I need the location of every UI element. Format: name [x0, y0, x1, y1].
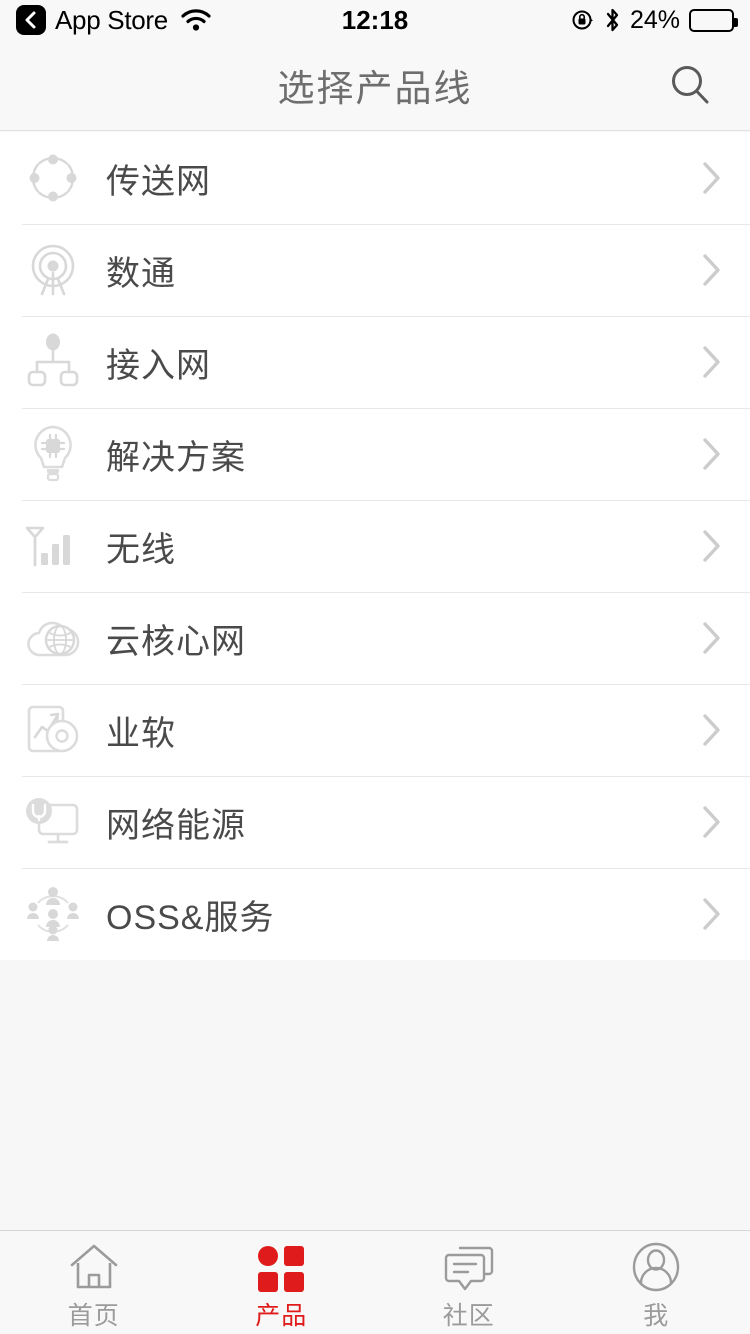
oss-service-icon	[22, 883, 84, 945]
chevron-right-icon	[700, 158, 724, 198]
network-energy-icon	[22, 791, 84, 853]
list-item[interactable]: 无线	[0, 500, 750, 592]
tab-profile[interactable]: 我	[563, 1231, 750, 1334]
list-item[interactable]: 业软	[0, 684, 750, 776]
wireless-signal-icon	[22, 515, 84, 577]
chevron-right-icon	[700, 894, 724, 934]
search-icon[interactable]	[662, 57, 718, 113]
battery-icon	[689, 8, 738, 32]
status-bar-app-name[interactable]: App Store	[55, 5, 168, 36]
rotation-lock-icon	[571, 8, 595, 32]
tab-label-community: 社区	[442, 1301, 495, 1330]
community-chat-icon	[443, 1240, 495, 1292]
status-bar: App Store 12:18 24%	[0, 0, 750, 40]
bluetooth-icon	[604, 7, 621, 33]
tab-label-home: 首页	[67, 1301, 120, 1330]
business-software-icon	[22, 699, 84, 761]
tab-label-profile: 我	[643, 1301, 670, 1330]
tab-products[interactable]: 产品	[188, 1231, 376, 1334]
list-item[interactable]: OSS&服务	[0, 868, 750, 960]
tab-home[interactable]: 首页	[0, 1231, 188, 1334]
data-communication-icon	[22, 239, 84, 301]
list-item[interactable]: 云核心网	[0, 592, 750, 684]
chevron-right-icon	[700, 434, 724, 474]
access-network-icon	[22, 331, 84, 393]
chevron-right-icon	[700, 342, 724, 382]
status-bar-right: 24%	[571, 5, 738, 35]
home-icon	[68, 1240, 120, 1292]
list-item[interactable]: 接入网	[0, 316, 750, 408]
chevron-right-icon	[700, 526, 724, 566]
profile-person-icon	[630, 1240, 682, 1292]
back-chevron-icon[interactable]	[16, 5, 46, 35]
list-item[interactable]: 解决方案	[0, 408, 750, 500]
transport-network-icon	[22, 147, 84, 209]
cloud-core-network-icon	[22, 607, 84, 669]
list-item[interactable]: 数通	[0, 224, 750, 316]
products-grid-icon	[258, 1240, 305, 1292]
tab-label-products: 产品	[255, 1301, 308, 1330]
list-item-label: 云核心网	[106, 622, 246, 661]
list-item-label: 数通	[106, 254, 176, 293]
navigation-bar: 选择产品线	[0, 40, 750, 131]
chevron-right-icon	[700, 618, 724, 658]
chevron-right-icon	[700, 802, 724, 842]
list-item-label: 接入网	[106, 346, 211, 385]
list-item-label: 解决方案	[106, 438, 246, 477]
wifi-icon	[181, 9, 211, 31]
tab-community[interactable]: 社区	[375, 1231, 563, 1334]
product-line-list: 传送网 数通 接入网 解决方案 无线 云核心网 业软 网络能源 OSS&服务	[0, 132, 750, 960]
list-item-label: 网络能源	[106, 806, 246, 845]
chevron-right-icon	[700, 250, 724, 290]
page-title: 选择产品线	[277, 68, 473, 109]
list-item-label: OSS&服务	[106, 898, 275, 937]
battery-percent-label: 24%	[629, 5, 680, 34]
solution-lightbulb-icon	[22, 423, 84, 485]
app-screen: App Store 12:18 24% 选择产品线 传送网 数通 接入网 解决方…	[0, 0, 750, 1334]
list-item-label: 业软	[106, 714, 176, 753]
list-item[interactable]: 网络能源	[0, 776, 750, 868]
chevron-right-icon	[700, 710, 724, 750]
status-bar-left: App Store	[16, 5, 211, 36]
bottom-tab-bar: 首页 产品 社区 我	[0, 1230, 750, 1334]
list-item-label: 传送网	[106, 162, 211, 201]
list-item-label: 无线	[106, 530, 176, 569]
list-item[interactable]: 传送网	[0, 132, 750, 224]
